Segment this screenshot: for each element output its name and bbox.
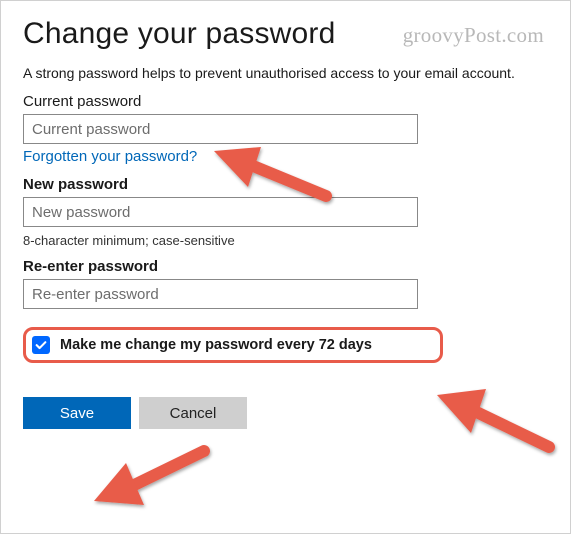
forgot-password-link[interactable]: Forgotten your password? <box>23 148 197 165</box>
reenter-password-label: Re-enter password <box>23 258 548 275</box>
watermark-text: groovyPost.com <box>403 23 544 48</box>
new-password-input[interactable] <box>23 197 418 227</box>
cancel-button[interactable]: Cancel <box>139 397 247 429</box>
current-password-input[interactable] <box>23 114 418 144</box>
password-hint: 8-character minimum; case-sensitive <box>23 233 548 248</box>
page-description: A strong password helps to prevent unaut… <box>23 65 548 81</box>
annotation-arrow-3 <box>86 439 216 519</box>
new-password-label: New password <box>23 176 548 193</box>
current-password-label: Current password <box>23 93 548 110</box>
reenter-password-input[interactable] <box>23 279 418 309</box>
force-change-row[interactable]: Make me change my password every 72 days <box>23 327 443 363</box>
force-change-label: Make me change my password every 72 days <box>60 337 372 353</box>
save-button[interactable]: Save <box>23 397 131 429</box>
force-change-checkbox[interactable] <box>32 336 50 354</box>
button-row: Save Cancel <box>23 397 548 429</box>
checkmark-icon <box>34 338 48 352</box>
